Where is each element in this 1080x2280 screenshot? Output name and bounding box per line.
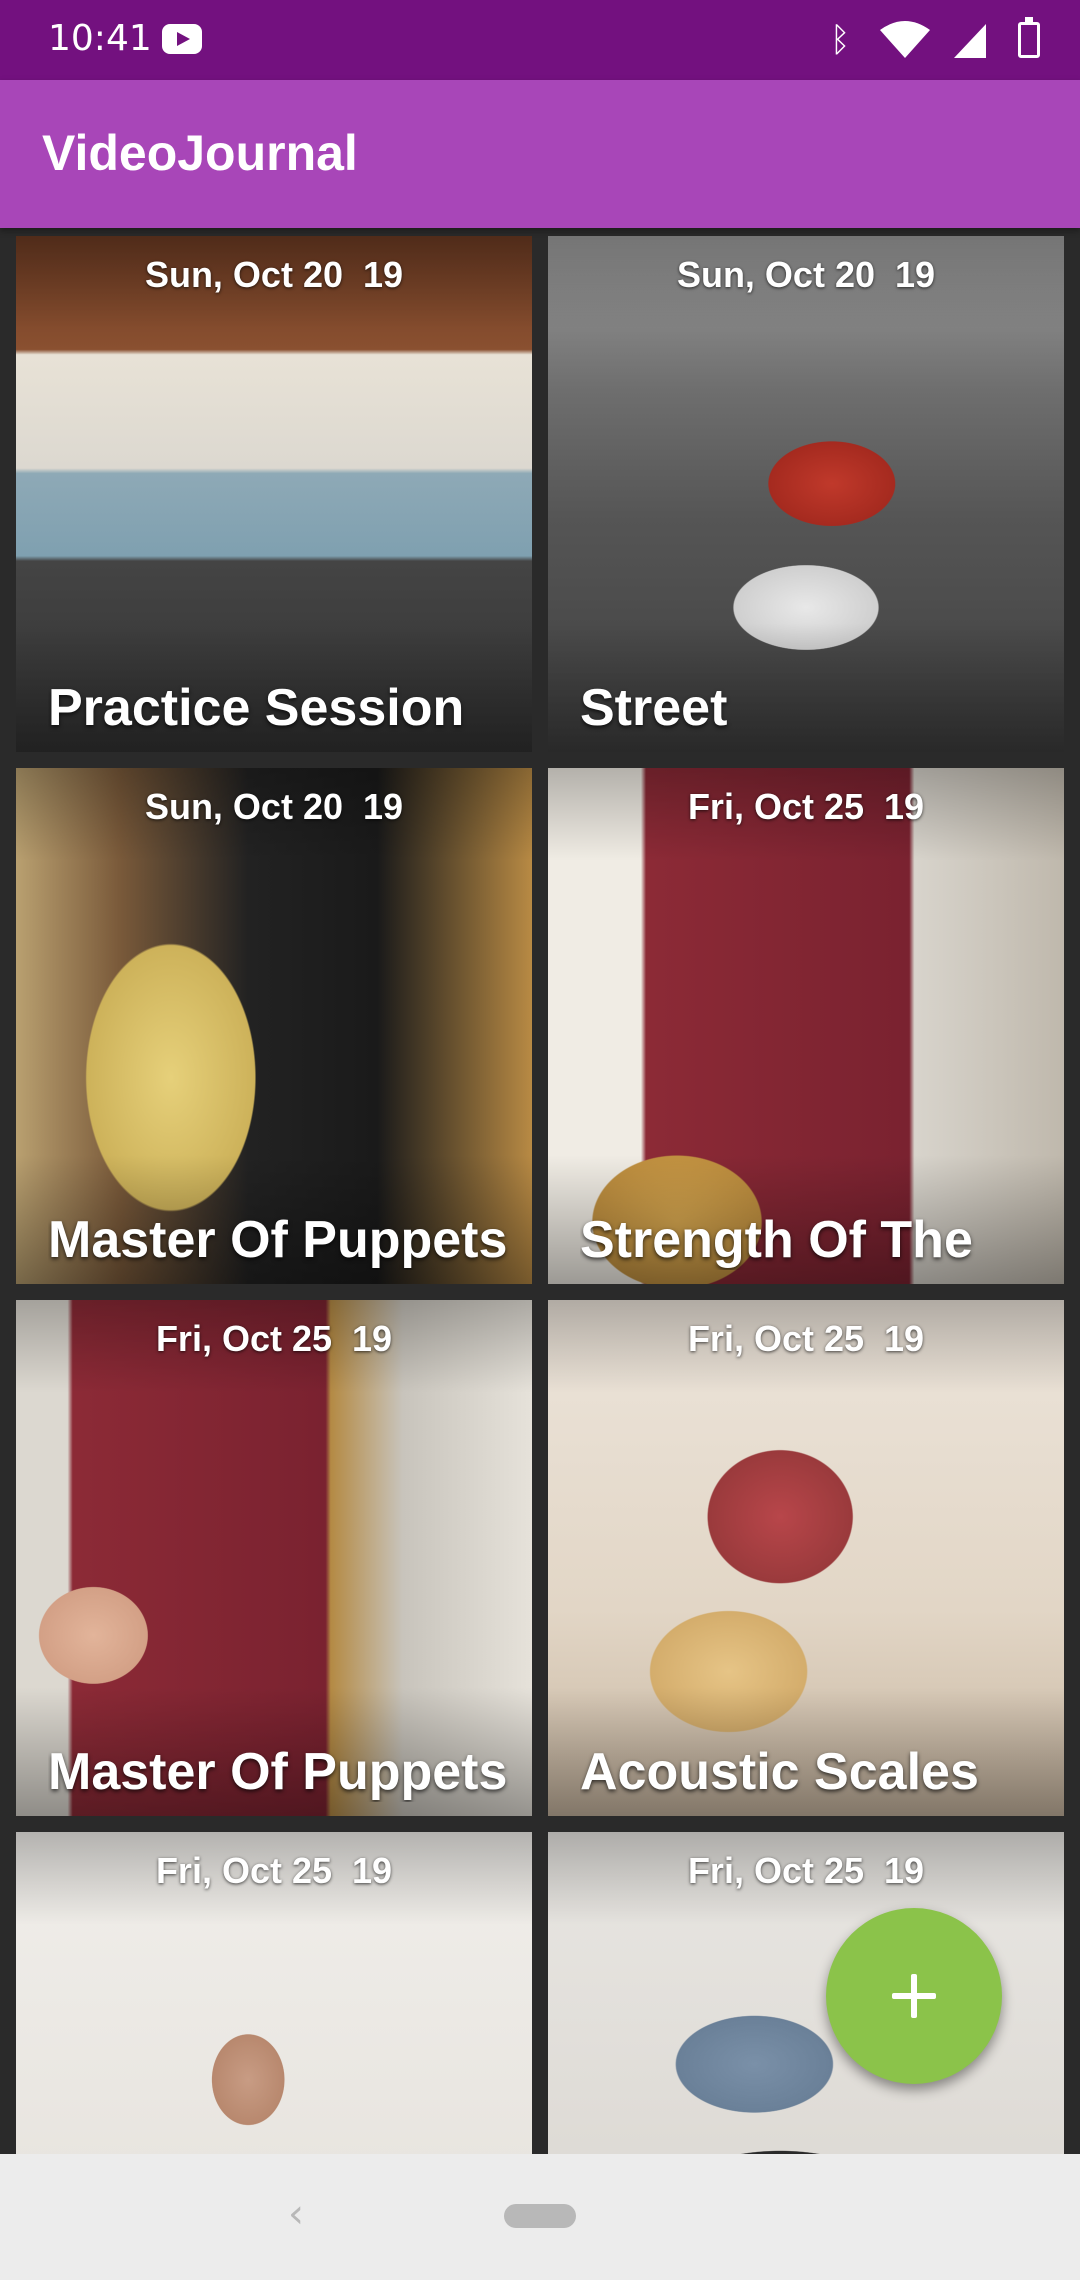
video-title: Street — [580, 679, 728, 737]
navigation-bar: ‹ — [0, 2154, 1080, 2280]
video-title: Acoustic Scales — [580, 1743, 979, 1801]
video-date: Fri, Oct 25 19 — [687, 1318, 925, 1359]
bluetooth-icon: ᛒ — [830, 20, 851, 60]
home-pill-icon[interactable] — [504, 2204, 576, 2228]
video-card[interactable]: Sun, Oct 20 19 Practice Session — [16, 236, 532, 752]
back-icon[interactable]: ‹ — [276, 2194, 316, 2234]
video-title: Practice Session — [48, 679, 465, 737]
video-card[interactable]: Fri, Oct 25 19 — [16, 1832, 532, 2154]
video-date: Fri, Oct 25 19 — [155, 1318, 393, 1359]
app-bar: VideoJournal — [0, 80, 1080, 228]
video-card[interactable]: Sun, Oct 20 19 Master Of Puppets — [16, 768, 532, 1284]
video-date: Fri, Oct 25 19 — [687, 1850, 925, 1891]
status-bar: 10:41 ᛒ — [0, 0, 1080, 80]
status-time: 10:41 — [48, 18, 152, 59]
video-title: Master Of Puppets — [48, 1743, 508, 1801]
video-date: Sun, Oct 20 19 — [144, 786, 404, 827]
video-card[interactable]: Fri, Oct 25 19 Master Of Puppets — [16, 1300, 532, 1816]
plus-icon — [892, 1974, 936, 2018]
signal-icon — [954, 24, 986, 58]
video-title: Strength Of The — [580, 1211, 973, 1269]
app-title: VideoJournal — [42, 125, 358, 181]
video-title: Master Of Puppets — [48, 1211, 508, 1269]
add-video-button[interactable] — [826, 1908, 1002, 2084]
video-card[interactable]: Fri, Oct 25 19 Acoustic Scales — [548, 1300, 1064, 1816]
youtube-icon — [162, 24, 202, 54]
video-date: Sun, Oct 20 19 — [676, 254, 936, 295]
video-date: Fri, Oct 25 19 — [155, 1850, 393, 1891]
video-grid: Sun, Oct 20 19 Practice Session Sun, Oct… — [0, 228, 1080, 2154]
battery-icon — [1018, 17, 1040, 58]
video-date: Fri, Oct 25 19 — [687, 786, 925, 827]
video-card[interactable]: Sun, Oct 20 19 Street — [548, 236, 1064, 752]
video-date: Sun, Oct 20 19 — [144, 254, 404, 295]
video-card[interactable]: Fri, Oct 25 19 Strength Of The — [548, 768, 1064, 1284]
wifi-icon — [880, 21, 930, 58]
